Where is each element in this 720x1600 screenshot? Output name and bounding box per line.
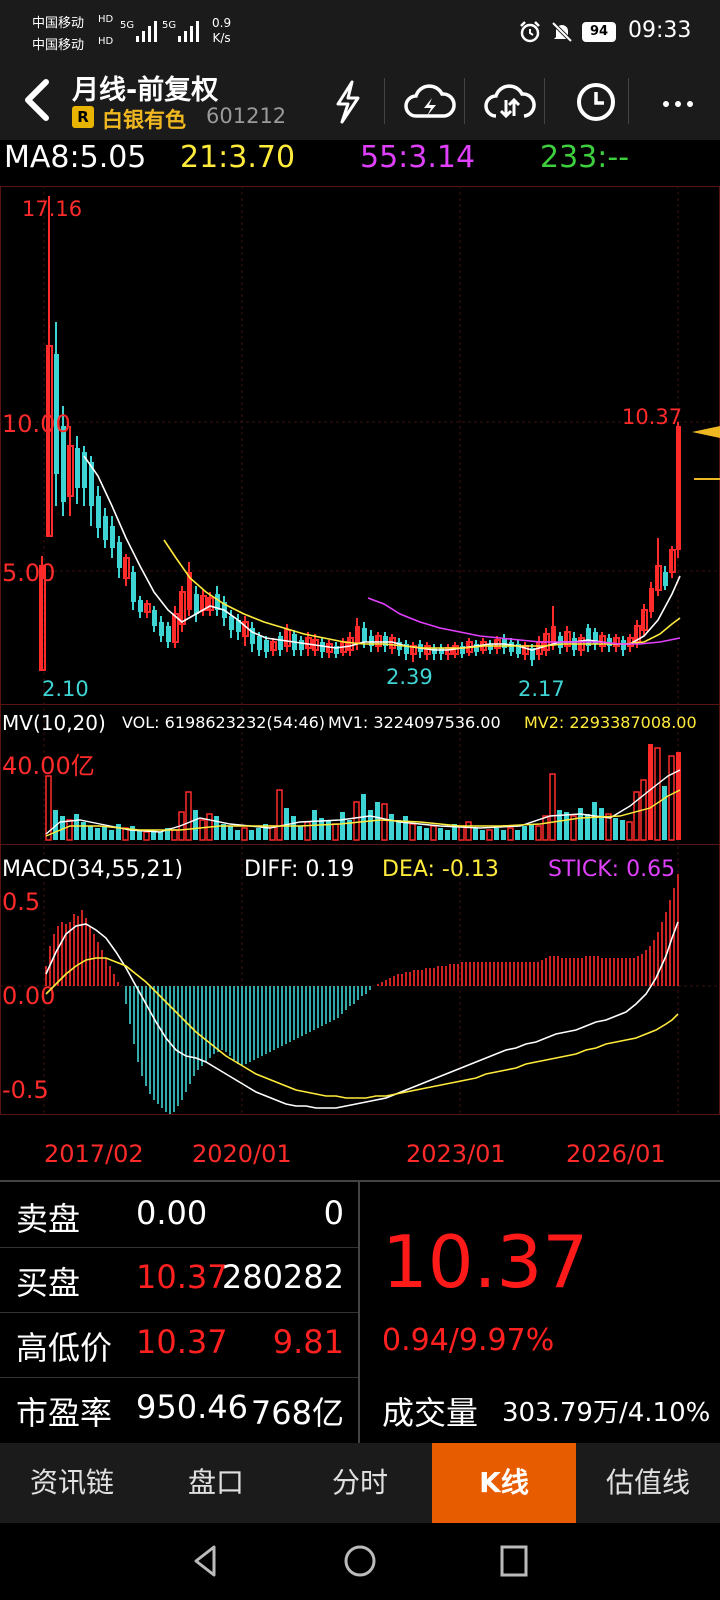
- diff-line: [45, 921, 679, 1109]
- net-type-2: 5G: [162, 20, 177, 31]
- diff-readout: DIFF: 0.19: [244, 857, 354, 882]
- alarm-icon: [520, 21, 540, 43]
- battery-indicator: 94: [582, 22, 616, 42]
- sell-label: 卖盘: [16, 1200, 81, 1238]
- carrier-1: 中国移动: [32, 16, 85, 31]
- signal-icon-1: [136, 21, 157, 42]
- low-label-1: 2.10: [42, 677, 89, 701]
- candlesticks: [39, 196, 681, 671]
- speed-value: 0.9: [212, 16, 232, 30]
- back-icon[interactable]: [16, 76, 56, 124]
- net-type-1: 5G: [120, 20, 135, 31]
- tab-news-chain[interactable]: 资讯链: [0, 1443, 144, 1523]
- system-nav-bar: [0, 1523, 720, 1600]
- pe-value: 950.46: [136, 1388, 248, 1426]
- home-circle-icon[interactable]: [340, 1541, 380, 1581]
- buy-price: 10.37: [136, 1258, 228, 1296]
- hd-badge-1: HD: [98, 14, 114, 25]
- hd-badge-2: HD: [98, 36, 114, 47]
- dea-readout: DEA: -0.13: [382, 857, 499, 882]
- current-price: 10.37: [382, 1220, 589, 1304]
- market-cap: 768亿: [250, 1394, 344, 1432]
- macd-title: MACD(34,55,21): [2, 857, 183, 882]
- recents-square-icon[interactable]: [494, 1541, 534, 1581]
- low-label-2: 2.39: [386, 665, 433, 689]
- last-price-marker: [692, 426, 720, 438]
- high-low-label: 高低价: [16, 1329, 113, 1367]
- bottom-tabs: 资讯链 盘口 分时 K线 估值线: [0, 1443, 720, 1523]
- tab-intraday[interactable]: 分时: [288, 1443, 432, 1523]
- macd-bottom-axis-label: -0.5: [2, 1076, 49, 1104]
- stick-readout: STICK: 0.65: [548, 857, 675, 882]
- date-label-3: 2023/01: [406, 1140, 506, 1168]
- page-title: 月线-前复权: [72, 75, 219, 106]
- volume-value: 303.79万/4.10%: [502, 1398, 711, 1428]
- date-label-4: 2026/01: [566, 1140, 666, 1168]
- clock-icon[interactable]: [566, 76, 626, 128]
- tab-kline[interactable]: K线: [432, 1443, 576, 1523]
- mute-bell-icon: [551, 21, 573, 43]
- last-price-label: 10.37: [622, 405, 682, 429]
- sell-volume: 0: [323, 1194, 344, 1232]
- stock-code: 601212: [206, 104, 287, 128]
- pe-label: 市盈率: [16, 1394, 113, 1432]
- price-change: 0.94/9.97%: [382, 1323, 555, 1358]
- low-price: 9.81: [272, 1323, 344, 1361]
- price-5-axis-label: 5.00: [2, 559, 55, 587]
- high-price: 10.37: [136, 1323, 228, 1361]
- date-label-2: 2020/01: [192, 1140, 292, 1168]
- ma-legend: MA8:5.05 21:3.70 55:3.14 233:--: [0, 140, 720, 186]
- date-label-1: 2017/02: [44, 1140, 144, 1168]
- vol-readout: VOL: 6198623232(54:46): [122, 713, 325, 732]
- dea-line: [45, 957, 679, 1099]
- ma21-line: [163, 539, 681, 649]
- more-icon[interactable]: [648, 76, 708, 128]
- flash-icon[interactable]: [318, 76, 378, 128]
- ma8-label: MA8:5.05: [4, 140, 147, 175]
- r-badge: R: [72, 106, 94, 128]
- cloud-upload-icon[interactable]: [400, 76, 460, 128]
- low-label-3: 2.17: [518, 677, 565, 701]
- back-triangle-icon[interactable]: [186, 1541, 226, 1581]
- price-high-label: 17.16: [22, 197, 82, 221]
- macd-zero-axis-label: 0.00: [2, 982, 55, 1010]
- kline-chart[interactable]: 17.16 10.00 5.00 2.10 2.39 2.17 10.37 MV…: [0, 186, 720, 1176]
- clock-time: 09:33: [628, 18, 692, 43]
- sell-price: 0.00: [136, 1194, 208, 1232]
- macd-top-axis-label: 0.5: [2, 888, 40, 916]
- net-speed: 0.9 K/s: [212, 16, 231, 46]
- cloud-sync-icon[interactable]: [480, 76, 540, 128]
- stock-name: 白银有色: [102, 108, 186, 132]
- volume-bars: [45, 744, 681, 841]
- ma21-label: 21:3.70: [180, 140, 296, 175]
- ma55-label: 55:3.14: [360, 140, 476, 175]
- quote-panel: 卖盘 0.00 0 买盘 10.37 280282 高低价 10.37 9.81…: [0, 1180, 720, 1445]
- buy-volume: 280282: [221, 1258, 344, 1296]
- tab-valuation[interactable]: 估值线: [576, 1443, 720, 1523]
- chart-grid: [0, 186, 720, 1115]
- mv1-readout: MV1: 3224097536.00: [328, 713, 501, 732]
- buy-label: 买盘: [16, 1264, 81, 1302]
- signal-icon-2: [178, 21, 199, 42]
- volume-label: 成交量: [382, 1394, 479, 1432]
- carrier-2: 中国移动: [32, 38, 85, 53]
- mv2-readout: MV2: 2293387008.00: [524, 713, 697, 732]
- price-10-axis-label: 10.00: [2, 410, 71, 438]
- speed-unit: K/s: [212, 31, 231, 45]
- tab-order-book[interactable]: 盘口: [144, 1443, 288, 1523]
- ma233-label: 233:--: [540, 140, 630, 175]
- mv-title: MV(10,20): [2, 711, 106, 735]
- app-header: 月线-前复权 R 白银有色 601212: [0, 64, 720, 140]
- status-bar: 中国移动 HD 中国移动 HD 5G 5G 0.9 K/s 94 09:33: [0, 0, 720, 64]
